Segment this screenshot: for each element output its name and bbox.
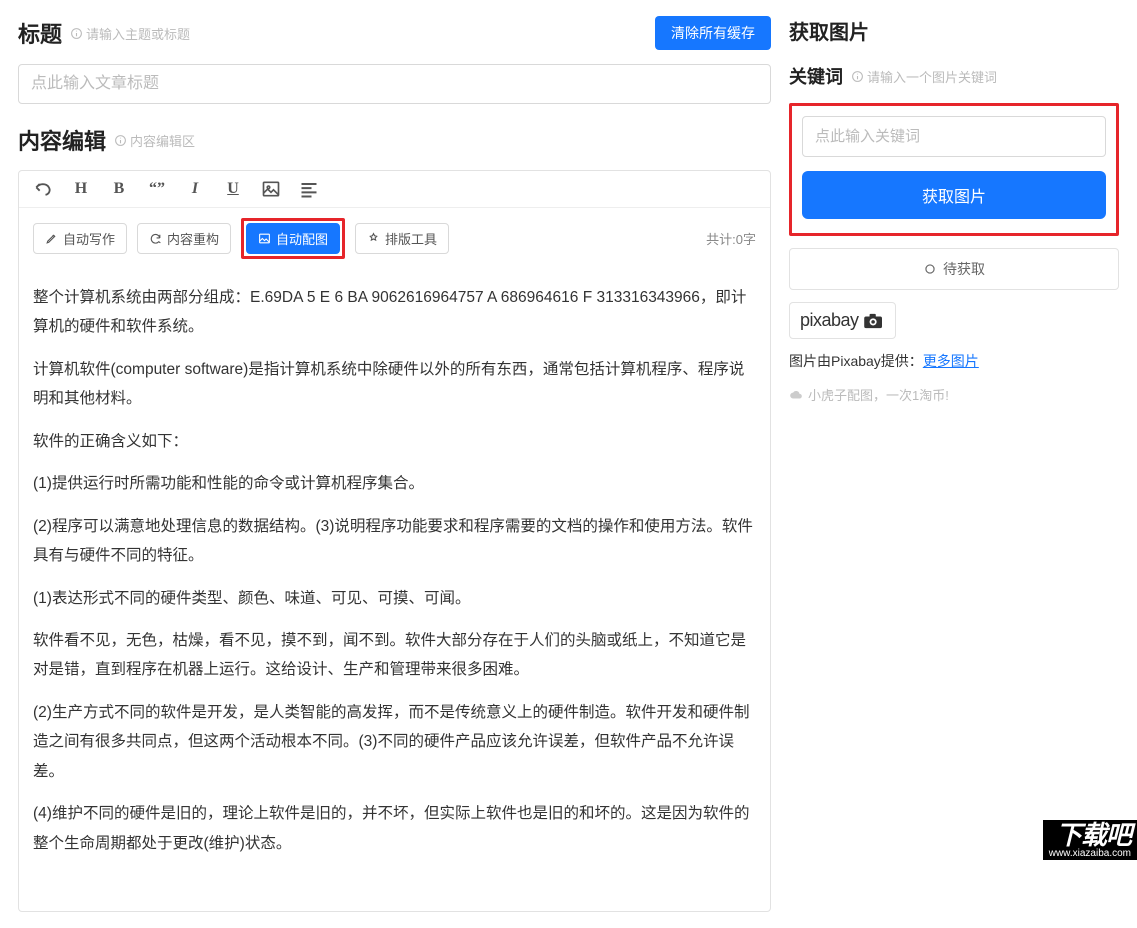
keyword-label: 关键词 bbox=[789, 63, 843, 89]
undo-icon[interactable] bbox=[33, 179, 53, 199]
paragraph: 软件的正确含义如下： bbox=[33, 427, 756, 456]
editor-label: 内容编辑 bbox=[18, 124, 106, 156]
paragraph: 计算机软件(computer software)是指计算机系统中除硬件以外的所有… bbox=[33, 355, 756, 414]
bold-icon[interactable]: B bbox=[109, 179, 129, 199]
align-left-icon[interactable] bbox=[299, 179, 319, 199]
info-icon bbox=[851, 70, 864, 83]
tool-icon bbox=[367, 232, 380, 245]
title-header: 标题 请输入主题或标题 清除所有缓存 bbox=[18, 16, 771, 50]
fetch-image-button[interactable]: 获取图片 bbox=[802, 171, 1106, 219]
title-hint: 请输入主题或标题 bbox=[70, 24, 190, 43]
paragraph: 软件看不见，无色，枯燥，看不见，摸不到，闻不到。软件大部分存在于人们的头脑或纸上… bbox=[33, 626, 756, 685]
more-images-link[interactable]: 更多图片 bbox=[923, 353, 979, 369]
underline-icon[interactable]: U bbox=[223, 179, 243, 199]
watermark: 下载吧 www.xiazaiba.com bbox=[1043, 820, 1137, 860]
image-icon bbox=[258, 232, 271, 245]
format-toolbar: H B “” I U bbox=[19, 171, 770, 208]
pencil-icon bbox=[45, 232, 58, 245]
camera-icon bbox=[863, 313, 885, 329]
heading-icon[interactable]: H bbox=[71, 179, 91, 199]
fetch-image-header: 获取图片 bbox=[789, 16, 1119, 45]
content-area[interactable]: 整个计算机系统由两部分组成：E.69DA 5 E 6 BA 9062616964… bbox=[19, 269, 770, 911]
clear-cache-button[interactable]: 清除所有缓存 bbox=[655, 16, 771, 50]
pixabay-logo: pixabay bbox=[789, 302, 896, 339]
image-icon[interactable] bbox=[261, 179, 281, 199]
paragraph: (1)表达形式不同的硬件类型、颜色、味道、可见、可摸、可闻。 bbox=[33, 584, 756, 613]
info-icon bbox=[70, 27, 83, 40]
paragraph: (2)生产方式不同的软件是开发，是人类智能的高发挥，而不是传统意义上的硬件制造。… bbox=[33, 698, 756, 786]
editor-hint: 内容编辑区 bbox=[114, 131, 195, 150]
cloud-icon bbox=[789, 388, 803, 402]
article-title-input[interactable] bbox=[18, 64, 771, 104]
italic-icon[interactable]: I bbox=[185, 179, 205, 199]
fetch-image-title: 获取图片 bbox=[789, 16, 869, 45]
info-icon bbox=[114, 134, 127, 147]
paragraph: (1)提供运行时所需功能和性能的命令或计算机程序集合。 bbox=[33, 469, 756, 498]
pending-button[interactable]: 待获取 bbox=[789, 248, 1119, 290]
credit-line: 图片由Pixabay提供：更多图片 bbox=[789, 351, 1119, 371]
restructure-button[interactable]: 内容重构 bbox=[137, 223, 231, 254]
keyword-highlight-box: 获取图片 bbox=[789, 103, 1119, 236]
title-label: 标题 bbox=[18, 17, 62, 49]
refresh-icon bbox=[149, 232, 162, 245]
circle-icon bbox=[923, 262, 937, 276]
footer-note: 小虎子配图，一次1淘币! bbox=[789, 385, 1119, 404]
keyword-hint: 请输入一个图片关键词 bbox=[851, 67, 997, 86]
editor-box: H B “” I U 自动写作 内容重构 bbox=[18, 170, 771, 912]
paragraph: (2)程序可以满意地处理信息的数据结构。(3)说明程序功能要求和程序需要的文档的… bbox=[33, 512, 756, 571]
keyword-header: 关键词 请输入一个图片关键词 bbox=[789, 63, 1119, 89]
word-count: 共计:0字 bbox=[706, 229, 756, 248]
quote-icon[interactable]: “” bbox=[147, 179, 167, 199]
auto-image-highlight: 自动配图 bbox=[241, 218, 345, 259]
paragraph: (4)维护不同的硬件是旧的，理论上软件是旧的，并不坏，但实际上软件也是旧的和坏的… bbox=[33, 799, 756, 858]
action-toolbar: 自动写作 内容重构 自动配图 排版工具 共计:0字 bbox=[19, 208, 770, 269]
paragraph: 整个计算机系统由两部分组成：E.69DA 5 E 6 BA 9062616964… bbox=[33, 283, 756, 342]
keyword-input[interactable] bbox=[802, 116, 1106, 157]
layout-tool-button[interactable]: 排版工具 bbox=[355, 223, 449, 254]
editor-header: 内容编辑 内容编辑区 bbox=[18, 124, 771, 156]
auto-write-button[interactable]: 自动写作 bbox=[33, 223, 127, 254]
auto-image-button[interactable]: 自动配图 bbox=[246, 223, 340, 254]
